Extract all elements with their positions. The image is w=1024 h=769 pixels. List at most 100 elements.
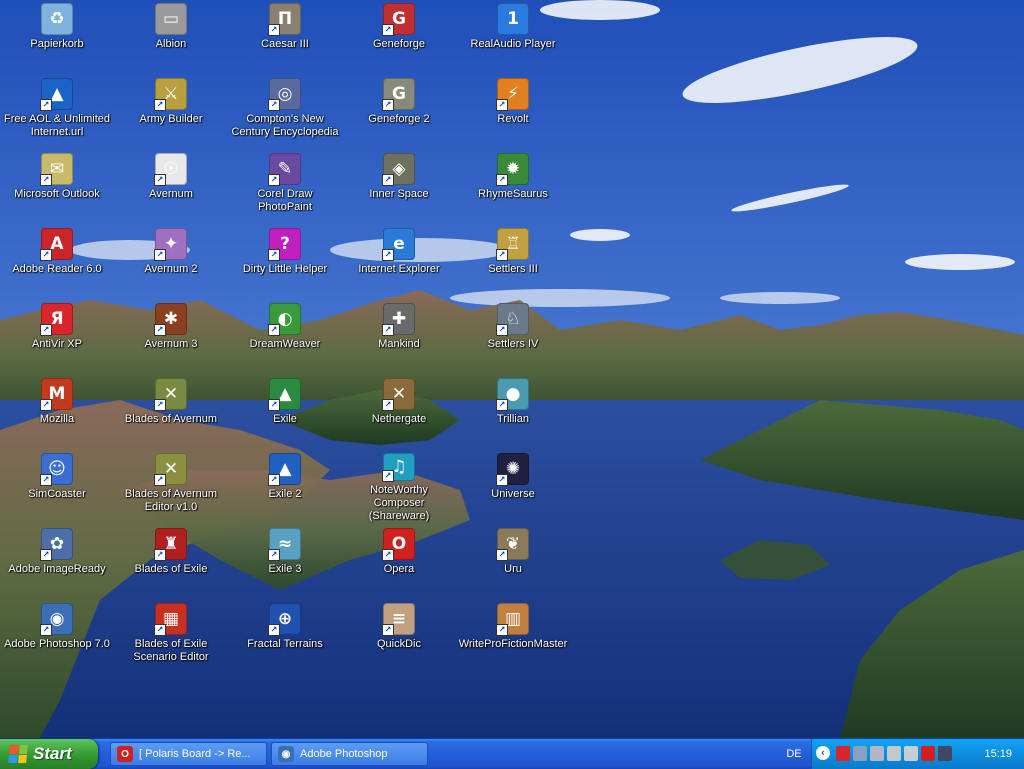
desktop-icon[interactable]: 1 RealAudio Player xyxy=(458,3,568,73)
taskbar-button-photoshop[interactable]: ◉ Adobe Photoshop xyxy=(271,742,428,766)
shortcut-arrow-icon: ↗ xyxy=(496,399,508,411)
uru-icon: ❦ ↗ xyxy=(496,528,529,561)
desktop-icon[interactable]: M ↗ Mozilla xyxy=(2,378,112,448)
antivir-tray-icon[interactable] xyxy=(836,746,850,761)
language-indicator[interactable]: DE xyxy=(782,739,806,769)
desktop-icon[interactable]: ♖ ↗ Settlers III xyxy=(458,228,568,298)
desktop-icon[interactable]: ⊕ ↗ Fractal Terrains xyxy=(230,603,340,673)
desktop-icon[interactable]: O ↗ Opera xyxy=(344,528,454,598)
start-button[interactable]: Start xyxy=(0,739,98,769)
monitor-tray-icon[interactable] xyxy=(870,746,884,761)
desktop-icon-label: Adobe ImageReady xyxy=(8,563,106,575)
shortcut-arrow-icon: ↗ xyxy=(268,249,280,261)
desktop-icon[interactable]: ▥ ↗ WriteProFictionMaster xyxy=(458,603,568,673)
desktop-icon[interactable]: ✎ ↗ Corel Draw PhotoPaint xyxy=(230,153,340,223)
photoshop-icon: ◉ xyxy=(278,746,294,762)
shortcut-arrow-icon: ↗ xyxy=(40,624,52,636)
desktop-icon[interactable]: ☉ ↗ Avernum xyxy=(116,153,226,223)
usb-tray-icon[interactable] xyxy=(887,746,901,761)
desktop-icon-label: Revolt xyxy=(497,113,529,125)
desktop-icon[interactable]: e ↗ Internet Explorer xyxy=(344,228,454,298)
desktop-icon-label: Geneforge xyxy=(373,38,425,50)
taskbar-button-opera[interactable]: O [ Polaris Board -> Re... xyxy=(110,742,267,766)
desktop-icon[interactable]: ✚ ↗ Mankind xyxy=(344,303,454,373)
desktop-icon[interactable]: ♜ ↗ Blades of Exile xyxy=(116,528,226,598)
fractal-terrains-icon: ⊕ ↗ xyxy=(268,603,301,636)
desktop-icon[interactable]: ⚔ ↗ Army Builder xyxy=(116,78,226,148)
shortcut-arrow-icon: ↗ xyxy=(382,174,394,186)
blades-avernum-editor-icon: ✕ ↗ xyxy=(154,453,187,486)
shortcut-arrow-icon: ↗ xyxy=(268,99,280,111)
desktop-icon[interactable]: ✿ ↗ Adobe ImageReady xyxy=(2,528,112,598)
desktop-icon[interactable]: ◉ ↗ Adobe Photoshop 7.0 xyxy=(2,603,112,673)
caesar-icon: Π ↗ xyxy=(268,3,301,36)
desktop-icon-label: Adobe Reader 6.0 xyxy=(12,263,102,275)
shortcut-arrow-icon: ↗ xyxy=(154,99,166,111)
desktop-icon[interactable]: ♘ ↗ Settlers IV xyxy=(458,303,568,373)
shortcut-arrow-icon: ↗ xyxy=(154,549,166,561)
desktop-icon[interactable]: ❦ ↗ Uru xyxy=(458,528,568,598)
settlers3-icon: ♖ ↗ xyxy=(496,228,529,261)
imageready-icon: ✿ ↗ xyxy=(40,528,73,561)
desktop-icon[interactable]: ▲ ↗ Free AOL & Unlimited Internet.url xyxy=(2,78,112,148)
desktop-icon-label: Geneforge 2 xyxy=(368,113,430,125)
show-hidden-icons-chevron-icon[interactable]: ‹ xyxy=(816,746,830,760)
desktop-icon[interactable]: ✕ ↗ Blades of Avernum Editor v1.0 xyxy=(116,453,226,523)
photopaint-icon: ✎ ↗ xyxy=(268,153,301,186)
desktop-icon[interactable]: ▲ ↗ Exile 2 xyxy=(230,453,340,523)
desktop-icon[interactable]: ✺ ↗ Universe xyxy=(458,453,568,523)
network-tray-icon[interactable] xyxy=(853,746,867,761)
shortcut-arrow-icon: ↗ xyxy=(40,399,52,411)
desktop-icon[interactable]: ✹ ↗ RhymeSaurus xyxy=(458,153,568,223)
desktop-icon[interactable]: ♫ ↗ NoteWorthy Composer (Shareware) xyxy=(344,453,454,523)
desktop-icon[interactable]: G ↗ Geneforge xyxy=(344,3,454,73)
inner-space-icon: ◈ ↗ xyxy=(382,153,415,186)
desktop-icon[interactable]: ⚡ ↗ Revolt xyxy=(458,78,568,148)
desktop-icon[interactable]: ♻ Papierkorb xyxy=(2,3,112,73)
desktop-icon[interactable]: G ↗ Geneforge 2 xyxy=(344,78,454,148)
desktop-icon[interactable]: ◐ ↗ DreamWeaver xyxy=(230,303,340,373)
desktop-icon-label: Blades of Exile Scenario Editor xyxy=(133,638,209,663)
desktop-icon-label: Trillian xyxy=(497,413,529,425)
shortcut-arrow-icon: ↗ xyxy=(40,324,52,336)
desktop-icon[interactable]: ◈ ↗ Inner Space xyxy=(344,153,454,223)
task-tray-icon[interactable] xyxy=(938,746,952,761)
desktop-icon[interactable]: Я ↗ AntiVir XP xyxy=(2,303,112,373)
desktop-icon[interactable]: ▭ Albion xyxy=(116,3,226,73)
clock[interactable]: 15:19 xyxy=(984,739,1012,769)
rhymesaurus-icon: ✹ ↗ xyxy=(496,153,529,186)
drive-tray-icon[interactable] xyxy=(904,746,918,761)
desktop-icon[interactable]: A ↗ Adobe Reader 6.0 xyxy=(2,228,112,298)
adobe-tray-icon[interactable] xyxy=(921,746,935,761)
shortcut-arrow-icon: ↗ xyxy=(496,174,508,186)
desktop-icon-label: Compton's New Century Encyclopedia xyxy=(231,113,339,138)
desktop-icon-label: AntiVir XP xyxy=(32,338,82,350)
desktop-icon-label: Corel Draw PhotoPaint xyxy=(257,188,313,213)
opera-icon: O xyxy=(117,746,133,762)
desktop-icon[interactable]: ▲ ↗ Exile xyxy=(230,378,340,448)
desktop-icon[interactable]: ? ↗ Dirty Little Helper xyxy=(230,228,340,298)
desktop-icon[interactable]: ☺ ↗ SimCoaster xyxy=(2,453,112,523)
desktop-icon[interactable]: ✉ ↗ Microsoft Outlook xyxy=(2,153,112,223)
desktop-icon[interactable]: Π ↗ Caesar III xyxy=(230,3,340,73)
shortcut-arrow-icon: ↗ xyxy=(382,549,394,561)
shortcut-arrow-icon: ↗ xyxy=(154,474,166,486)
realaudio-icon: 1 xyxy=(497,3,529,35)
compton-icon: ◎ ↗ xyxy=(268,78,301,111)
windows-logo-icon xyxy=(8,745,28,763)
shortcut-arrow-icon: ↗ xyxy=(154,399,166,411)
desktop-icon[interactable]: ✕ ↗ Blades of Avernum xyxy=(116,378,226,448)
desktop-icon[interactable]: ≡ ↗ QuickDic xyxy=(344,603,454,673)
dirty-little-helper-icon: ? ↗ xyxy=(268,228,301,261)
desktop-icon-label: Adobe Photoshop 7.0 xyxy=(4,638,110,650)
desktop-icon[interactable]: ✦ ↗ Avernum 2 xyxy=(116,228,226,298)
desktop-icon[interactable]: ● ↗ Trillian xyxy=(458,378,568,448)
desktop-icon[interactable]: ✕ ↗ Nethergate xyxy=(344,378,454,448)
desktop-icon[interactable]: ◎ ↗ Compton's New Century Encyclopedia xyxy=(230,78,340,148)
albion-icon: ▭ xyxy=(155,3,187,35)
desktop-icon[interactable]: ✱ ↗ Avernum 3 xyxy=(116,303,226,373)
desktop-icon-label: Opera xyxy=(383,563,415,575)
desktop-icon[interactable]: ≈ ↗ Exile 3 xyxy=(230,528,340,598)
desktop-icon[interactable]: ▦ ↗ Blades of Exile Scenario Editor xyxy=(116,603,226,673)
shortcut-arrow-icon: ↗ xyxy=(154,249,166,261)
